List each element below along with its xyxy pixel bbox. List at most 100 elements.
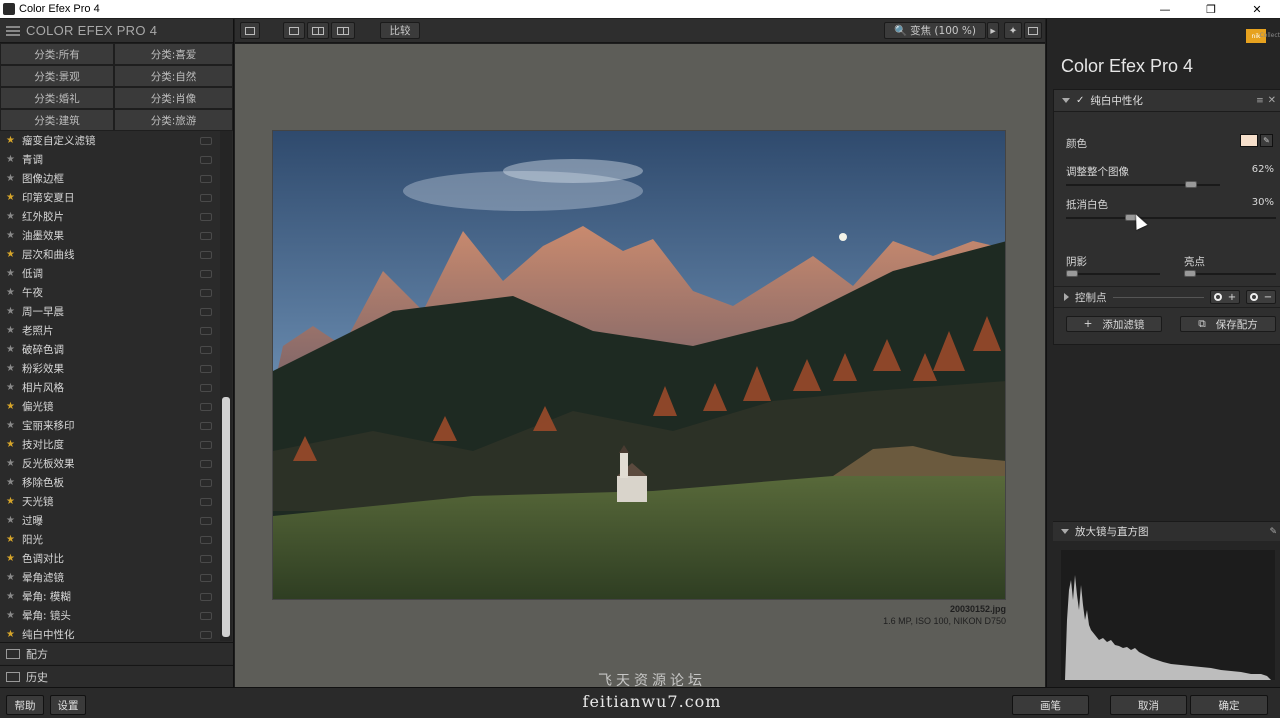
filter-preset-icon[interactable] — [200, 174, 212, 183]
favorite-star-icon[interactable]: ★ — [6, 439, 18, 450]
filter-list-item[interactable]: ★ 相片风格 — [0, 378, 220, 397]
category-button[interactable]: 分类:所有 — [0, 43, 114, 65]
filter-list-item[interactable]: ★ 过曝 — [0, 511, 220, 530]
collapse-triangle-icon[interactable] — [1062, 98, 1070, 103]
filter-preset-icon[interactable] — [200, 307, 212, 316]
category-button[interactable]: 分类:肖像 — [114, 87, 233, 109]
favorite-star-icon[interactable]: ★ — [6, 629, 18, 640]
favorite-star-icon[interactable]: ★ — [6, 610, 18, 621]
filter-list-item[interactable]: ★ 红外胶片 — [0, 207, 220, 226]
favorite-star-icon[interactable]: ★ — [6, 325, 18, 336]
filter-list-item[interactable]: ★ 青调 — [0, 150, 220, 169]
split-view-button[interactable] — [307, 22, 329, 39]
filter-list-item[interactable]: ★ 色调对比 — [0, 549, 220, 568]
minimize-icon[interactable]: — — [1142, 0, 1188, 18]
single-view-button[interactable] — [283, 22, 305, 39]
filter-preset-icon[interactable] — [200, 231, 212, 240]
filter-preset-icon[interactable] — [200, 193, 212, 202]
category-button[interactable]: 分类:景观 — [0, 65, 114, 87]
remove-control-point-button[interactable]: − — [1246, 290, 1276, 304]
filter-preset-icon[interactable] — [200, 364, 212, 373]
favorite-star-icon[interactable]: ★ — [6, 249, 18, 260]
filter-preset-icon[interactable] — [200, 402, 212, 411]
filter-preset-icon[interactable] — [200, 136, 212, 145]
favorite-star-icon[interactable]: ★ — [6, 306, 18, 317]
list-menu-icon[interactable] — [6, 25, 20, 36]
filter-list-item[interactable]: ★ 老照片 — [0, 321, 220, 340]
favorite-star-icon[interactable]: ★ — [6, 401, 18, 412]
add-control-point-button[interactable]: + — [1210, 290, 1240, 304]
save-recipe-button[interactable]: ⧉ 保存配方 — [1180, 316, 1276, 332]
filter-list-item[interactable]: ★ 晕角: 镜头 — [0, 606, 220, 625]
filter-preset-icon[interactable] — [200, 212, 212, 221]
filter-preset-icon[interactable] — [200, 326, 212, 335]
favorite-star-icon[interactable]: ★ — [6, 135, 18, 146]
filter-list-item[interactable]: ★ 图像边框 — [0, 169, 220, 188]
favorite-star-icon[interactable]: ★ — [6, 363, 18, 374]
filter-preset-icon[interactable] — [200, 459, 212, 468]
settings-button[interactable]: 设置 — [50, 695, 86, 715]
toggle-browser-button[interactable] — [240, 22, 260, 39]
cancel-button[interactable]: 取消 — [1110, 695, 1187, 715]
filter-close-icon[interactable]: ✕ — [1268, 95, 1276, 106]
favorite-star-icon[interactable]: ★ — [6, 344, 18, 355]
filter-preset-icon[interactable] — [200, 155, 212, 164]
favorite-star-icon[interactable]: ★ — [6, 458, 18, 469]
favorite-star-icon[interactable]: ★ — [6, 173, 18, 184]
filter-list-item[interactable]: ★ 瘤变自定义滤镜 — [0, 131, 220, 150]
filter-preset-icon[interactable] — [200, 345, 212, 354]
shadows-slider[interactable] — [1066, 270, 1160, 277]
favorite-star-icon[interactable]: ★ — [6, 211, 18, 222]
filter-preset-icon[interactable] — [200, 383, 212, 392]
filter-list-item[interactable]: ★ 阳光 — [0, 530, 220, 549]
filter-list-item[interactable]: ★ 宝丽来移印 — [0, 416, 220, 435]
color-swatch[interactable] — [1240, 134, 1258, 147]
filter-preset-icon[interactable] — [200, 269, 212, 278]
filter-list-item[interactable]: ★ 油墨效果 — [0, 226, 220, 245]
highlights-slider[interactable] — [1184, 270, 1276, 277]
adjust-image-slider-thumb[interactable] — [1185, 181, 1197, 188]
filter-list-item[interactable]: ★ 纯白中性化 — [0, 625, 220, 641]
filter-enabled-checkbox[interactable]: ✓ — [1076, 95, 1084, 106]
close-icon[interactable]: ✕ — [1234, 0, 1280, 18]
help-button[interactable]: 帮助 — [6, 695, 44, 715]
favorite-star-icon[interactable]: ★ — [6, 572, 18, 583]
filter-preset-icon[interactable] — [200, 535, 212, 544]
loupe-histogram-header[interactable]: 放大镜与直方图 ✎ — [1053, 521, 1280, 541]
favorite-star-icon[interactable]: ★ — [6, 534, 18, 545]
favorite-star-icon[interactable]: ★ — [6, 154, 18, 165]
brush-button[interactable]: 画笔 — [1012, 695, 1089, 715]
filter-list-item[interactable]: ★ 反光板效果 — [0, 454, 220, 473]
filter-preset-icon[interactable] — [200, 592, 212, 601]
filter-list-item[interactable]: ★ 技对比度 — [0, 435, 220, 454]
filter-preset-icon[interactable] — [200, 630, 212, 639]
maximize-icon[interactable]: ❐ — [1188, 0, 1234, 18]
filter-list-item[interactable]: ★ 晕角: 模糊 — [0, 587, 220, 606]
toggle-controls-button[interactable] — [1024, 22, 1042, 39]
filter-list-item[interactable]: ★ 层次和曲线 — [0, 245, 220, 264]
compare-button[interactable]: 比较 — [380, 22, 420, 39]
favorite-star-icon[interactable]: ★ — [6, 192, 18, 203]
expand-triangle-icon[interactable] — [1064, 293, 1069, 301]
scrollbar-thumb[interactable] — [222, 397, 230, 637]
favorite-star-icon[interactable]: ★ — [6, 420, 18, 431]
filter-preset-icon[interactable] — [200, 497, 212, 506]
category-button[interactable]: 分类:建筑 — [0, 109, 114, 131]
highlights-slider-thumb[interactable] — [1184, 270, 1196, 277]
favorite-star-icon[interactable]: ★ — [6, 287, 18, 298]
remove-white-slider[interactable] — [1066, 214, 1276, 221]
filter-list-item[interactable]: ★ 移除色板 — [0, 473, 220, 492]
filter-list-item[interactable]: ★ 周一早晨 — [0, 302, 220, 321]
filter-list-item[interactable]: ★ 偏光镜 — [0, 397, 220, 416]
filter-list-item[interactable]: ★ 晕角滤镜 — [0, 568, 220, 587]
filter-list-item[interactable]: ★ 午夜 — [0, 283, 220, 302]
favorite-star-icon[interactable]: ★ — [6, 496, 18, 507]
filter-list-item[interactable]: ★ 低调 — [0, 264, 220, 283]
collapse-triangle-icon[interactable] — [1061, 529, 1069, 534]
loupe-button[interactable]: ✦ — [1004, 22, 1022, 39]
favorite-star-icon[interactable]: ★ — [6, 591, 18, 602]
ok-button[interactable]: 确定 — [1190, 695, 1268, 715]
pin-icon[interactable]: ✎ — [1269, 527, 1277, 537]
eyedropper-icon[interactable]: ✎ — [1260, 134, 1273, 147]
favorite-star-icon[interactable]: ★ — [6, 268, 18, 279]
